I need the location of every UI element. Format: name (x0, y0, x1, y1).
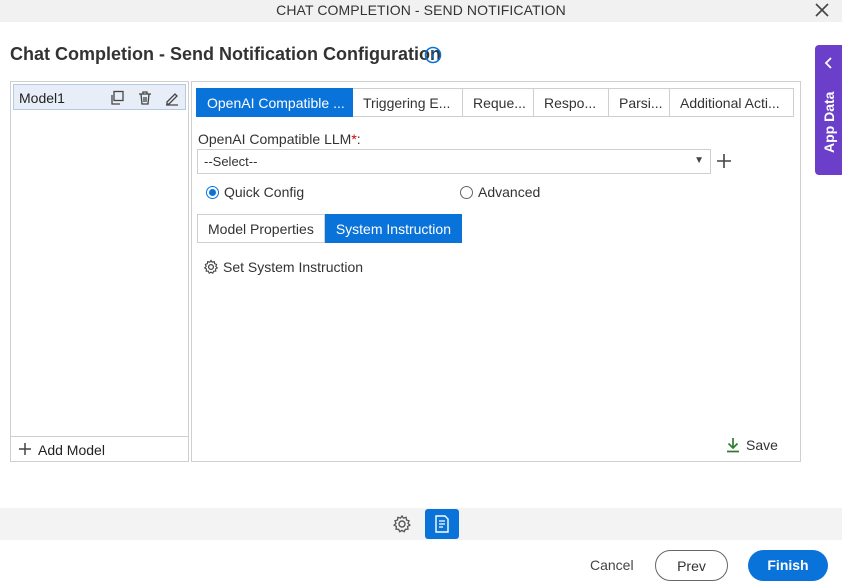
radio-quick-config[interactable]: Quick Config (206, 184, 304, 200)
document-icon (435, 515, 449, 533)
copy-icon[interactable] (109, 90, 125, 106)
config-tabs: OpenAI Compatible ... Triggering E... Re… (196, 88, 794, 117)
settings-icon[interactable] (392, 514, 412, 534)
tab-system-instruction[interactable]: System Instruction (324, 214, 462, 243)
app-data-page-button[interactable] (425, 509, 459, 539)
app-data-label: App Data (821, 91, 837, 153)
radio-advanced[interactable]: Advanced (460, 184, 540, 200)
cancel-button[interactable]: Cancel (590, 557, 634, 573)
delete-icon[interactable] (137, 90, 153, 106)
model-list-panel: Model1 Add Model (10, 81, 189, 462)
tab-triggering-events[interactable]: Triggering E... (353, 88, 463, 117)
tab-parsing[interactable]: Parsi... (609, 88, 670, 117)
tab-openai-compatible[interactable]: OpenAI Compatible ... (196, 88, 353, 117)
set-system-instruction-link[interactable]: Set System Instruction (203, 259, 363, 275)
finish-button[interactable]: Finish (748, 550, 828, 581)
page-title: Chat Completion - Send Notification Conf… (10, 44, 441, 64)
tab-response[interactable]: Respo... (534, 88, 609, 117)
window-title: CHAT COMPLETION - SEND NOTIFICATION (276, 2, 566, 18)
app-data-tab[interactable]: App Data (815, 45, 842, 175)
chevron-left-icon (824, 57, 832, 69)
prev-button[interactable]: Prev (655, 550, 728, 581)
model-item[interactable]: Model1 (13, 84, 186, 110)
edit-icon[interactable] (164, 90, 180, 106)
config-panel: OpenAI Compatible ... Triggering E... Re… (191, 81, 801, 462)
tab-request[interactable]: Reque... (463, 88, 534, 117)
tab-additional-actions[interactable]: Additional Acti... (670, 88, 794, 117)
sub-tabs: Model Properties System Instruction (197, 214, 462, 243)
llm-select-value: --Select-- (204, 154, 258, 169)
dropdown-arrow-icon: ▼ (694, 155, 704, 166)
save-button[interactable]: Save (725, 437, 778, 453)
add-model-button[interactable]: Add Model (11, 436, 188, 461)
radio-checked-icon (206, 186, 219, 199)
gear-icon (203, 259, 219, 274)
info-icon[interactable] (424, 46, 442, 64)
llm-select[interactable]: --Select-- ▼ (197, 149, 711, 174)
close-icon[interactable] (814, 2, 830, 18)
title-bar: CHAT COMPLETION - SEND NOTIFICATION (0, 0, 842, 22)
plus-icon (19, 443, 31, 455)
add-model-label: Add Model (38, 442, 105, 458)
tab-model-properties[interactable]: Model Properties (197, 214, 325, 243)
bottom-toolbar (0, 508, 842, 540)
radio-unchecked-icon (460, 186, 473, 199)
download-icon (727, 438, 739, 453)
model-name: Model1 (19, 90, 65, 106)
llm-field-label: OpenAI Compatible LLM*: (198, 131, 361, 147)
add-llm-icon[interactable] (716, 153, 732, 169)
